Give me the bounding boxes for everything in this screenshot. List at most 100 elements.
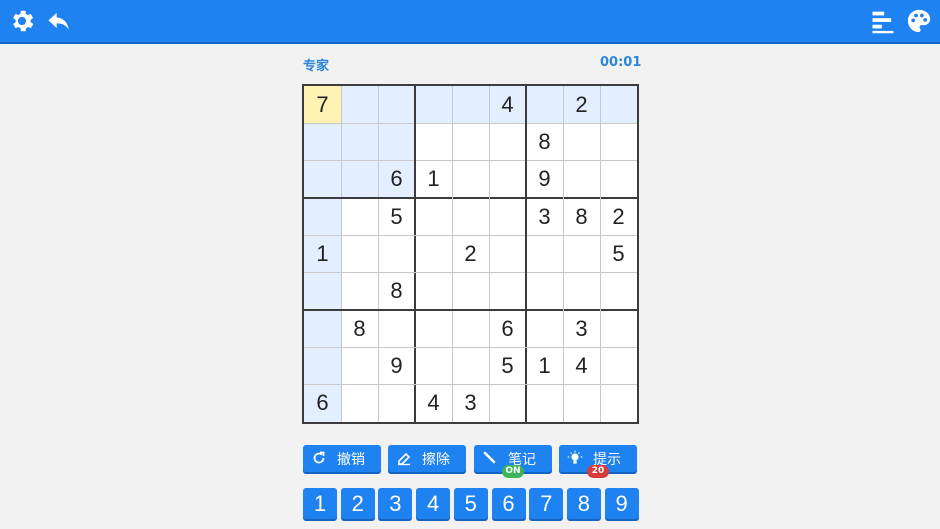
sudoku-cell-r3c7[interactable]: 9	[526, 161, 563, 198]
sudoku-cell-r6c9[interactable]	[600, 273, 637, 310]
sudoku-cell-r5c9[interactable]: 5	[600, 235, 637, 272]
sudoku-cell-r4c6[interactable]	[489, 198, 526, 235]
sudoku-cell-r5c4[interactable]	[415, 235, 452, 272]
palette-icon[interactable]	[905, 7, 933, 35]
sudoku-cell-r9c8[interactable]	[563, 385, 600, 422]
number-button-1[interactable]: 1	[303, 488, 337, 519]
sudoku-cell-r2c4[interactable]	[415, 123, 452, 160]
sudoku-cell-r6c5[interactable]	[452, 273, 489, 310]
sudoku-cell-r2c7[interactable]: 8	[526, 123, 563, 160]
sudoku-cell-r7c1[interactable]	[304, 310, 341, 348]
sudoku-cell-r1c2[interactable]	[341, 86, 378, 124]
sudoku-cell-r3c6[interactable]	[489, 161, 526, 198]
sudoku-cell-r2c8[interactable]	[563, 123, 600, 160]
sudoku-cell-r4c9[interactable]: 2	[600, 198, 637, 235]
sudoku-cell-r7c5[interactable]	[452, 310, 489, 347]
sudoku-cell-r8c5[interactable]	[452, 347, 489, 384]
sudoku-cell-r2c3[interactable]	[378, 123, 415, 161]
sudoku-cell-r6c2[interactable]	[341, 273, 378, 310]
sudoku-cell-r9c6[interactable]	[489, 385, 526, 422]
sudoku-cell-r3c1[interactable]	[304, 160, 341, 198]
sudoku-cell-r1c1[interactable]: 7	[304, 86, 341, 124]
sudoku-cell-r2c6[interactable]	[489, 123, 526, 160]
sudoku-cell-r6c7[interactable]	[526, 273, 563, 310]
sudoku-cell-r9c2[interactable]	[341, 385, 378, 422]
erase-button[interactable]: 擦除	[388, 445, 466, 472]
sudoku-cell-r8c8[interactable]: 4	[563, 347, 600, 384]
sudoku-cell-r4c8[interactable]: 8	[563, 198, 600, 235]
grid-line-horizontal	[304, 197, 637, 199]
sudoku-cell-r8c7[interactable]: 1	[526, 347, 563, 384]
stats-bars-icon[interactable]	[869, 7, 897, 35]
sudoku-cell-r7c6[interactable]: 6	[489, 310, 526, 347]
sudoku-cell-r5c2[interactable]	[341, 235, 378, 272]
gear-icon[interactable]	[8, 7, 36, 35]
sudoku-cell-r9c5[interactable]: 3	[452, 385, 489, 422]
sudoku-cell-r9c9[interactable]	[600, 385, 637, 422]
sudoku-cell-r8c3[interactable]: 9	[378, 347, 415, 384]
sudoku-cell-r2c9[interactable]	[600, 123, 637, 160]
sudoku-cell-r1c8[interactable]: 2	[563, 86, 600, 124]
sudoku-cell-r5c6[interactable]	[489, 235, 526, 272]
sudoku-cell-r8c1[interactable]	[304, 347, 341, 385]
sudoku-cell-r2c2[interactable]	[341, 123, 378, 161]
sudoku-cell-r8c9[interactable]	[600, 347, 637, 384]
number-button-3[interactable]: 3	[378, 488, 413, 519]
undo-button[interactable]: 撤销	[303, 445, 381, 472]
sudoku-cell-r5c7[interactable]	[526, 235, 563, 272]
number-button-9[interactable]: 9	[604, 488, 639, 519]
number-button-8[interactable]: 8	[566, 488, 601, 519]
sudoku-cell-r1c3[interactable]	[378, 86, 415, 124]
sudoku-cell-r7c2[interactable]: 8	[341, 310, 378, 347]
number-button-6[interactable]: 6	[491, 488, 526, 519]
sudoku-board: 7428619538212588639514643	[302, 84, 639, 424]
sudoku-cell-r7c4[interactable]	[415, 310, 452, 347]
sudoku-cell-r9c1[interactable]: 6	[304, 384, 341, 422]
sudoku-cell-r3c8[interactable]	[563, 161, 600, 198]
sudoku-cell-r6c1[interactable]	[304, 272, 341, 310]
sudoku-cell-r3c2[interactable]	[341, 160, 378, 198]
sudoku-cell-r4c5[interactable]	[452, 198, 489, 235]
number-button-7[interactable]: 7	[529, 488, 564, 519]
sudoku-cell-r2c5[interactable]	[452, 123, 489, 160]
sudoku-cell-r5c5[interactable]: 2	[452, 235, 489, 272]
sudoku-cell-r1c4[interactable]	[415, 86, 452, 124]
sudoku-cell-r4c1[interactable]	[304, 198, 341, 236]
sudoku-cell-r3c4[interactable]: 1	[415, 161, 452, 198]
sudoku-cell-r3c9[interactable]	[600, 161, 637, 198]
sudoku-cell-r9c7[interactable]	[526, 385, 563, 422]
number-button-5[interactable]: 5	[453, 488, 488, 519]
sudoku-cell-r6c4[interactable]	[415, 273, 452, 310]
notes-button[interactable]: 笔记 ON	[474, 445, 552, 478]
sudoku-cell-r6c6[interactable]	[489, 273, 526, 310]
sudoku-cell-r8c2[interactable]	[341, 347, 378, 384]
sudoku-cell-r6c8[interactable]	[563, 273, 600, 310]
sudoku-cell-r7c8[interactable]: 3	[563, 310, 600, 347]
sudoku-cell-r9c3[interactable]	[378, 385, 415, 422]
sudoku-cell-r8c6[interactable]: 5	[489, 347, 526, 384]
sudoku-cell-r4c2[interactable]	[341, 198, 378, 235]
sudoku-cell-r9c4[interactable]: 4	[415, 385, 452, 422]
sudoku-cell-r3c5[interactable]	[452, 161, 489, 198]
sudoku-cell-r5c3[interactable]	[378, 235, 415, 272]
sudoku-cell-r7c7[interactable]	[526, 310, 563, 347]
hint-button[interactable]: 提示 20	[559, 445, 637, 478]
undo-arrow-icon[interactable]	[45, 7, 73, 35]
sudoku-cell-r1c7[interactable]	[526, 86, 563, 124]
sudoku-cell-r1c5[interactable]	[452, 86, 489, 124]
number-button-4[interactable]: 4	[416, 488, 451, 519]
sudoku-cell-r6c3[interactable]: 8	[378, 273, 415, 310]
sudoku-cell-r2c1[interactable]	[304, 123, 341, 161]
sudoku-cell-r7c3[interactable]	[378, 310, 415, 347]
number-button-2[interactable]: 2	[340, 488, 375, 519]
sudoku-cell-r8c4[interactable]	[415, 347, 452, 384]
sudoku-cell-r5c8[interactable]	[563, 235, 600, 272]
sudoku-cell-r4c4[interactable]	[415, 198, 452, 235]
sudoku-cell-r1c6[interactable]: 4	[489, 86, 526, 124]
sudoku-cell-r4c7[interactable]: 3	[526, 198, 563, 235]
sudoku-cell-r3c3[interactable]: 6	[378, 160, 415, 198]
sudoku-cell-r1c9[interactable]	[600, 86, 637, 124]
sudoku-cell-r5c1[interactable]: 1	[304, 235, 341, 273]
sudoku-cell-r4c3[interactable]: 5	[378, 198, 415, 235]
sudoku-cell-r7c9[interactable]	[600, 310, 637, 347]
